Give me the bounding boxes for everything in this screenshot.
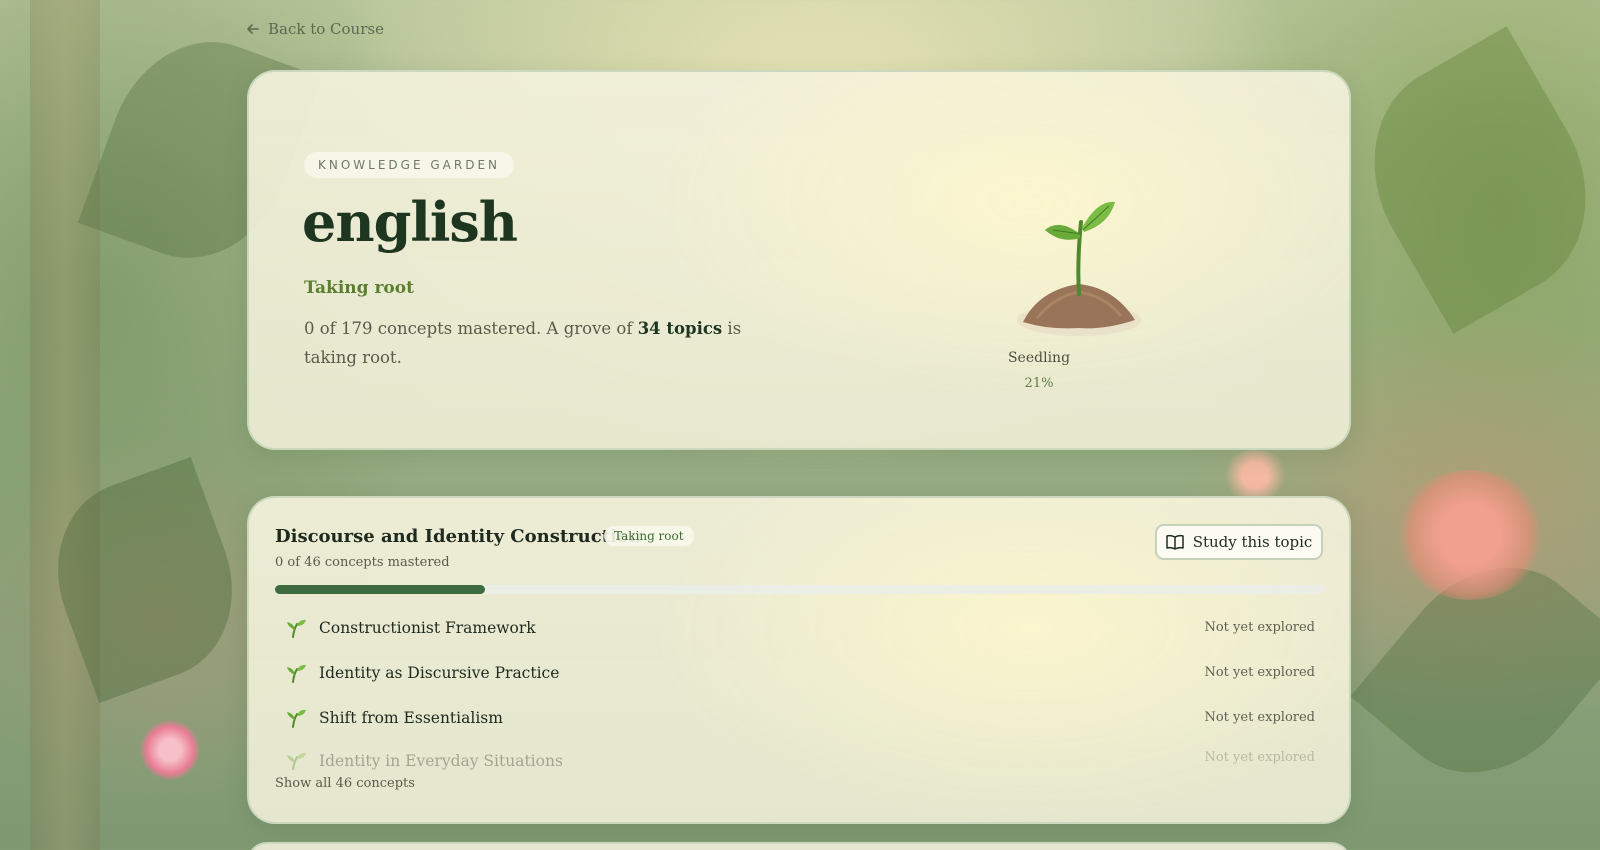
sprout-icon	[287, 709, 306, 728]
hero-card: KNOWLEDGE GARDEN english Taking root 0 o…	[247, 70, 1351, 450]
status-heading: Taking root	[304, 278, 414, 298]
concept-status: Not yet explored	[1204, 710, 1315, 725]
topic-progress-bar	[275, 585, 1325, 594]
book-open-icon	[1165, 534, 1184, 550]
plant-stage-label: Seedling	[1007, 350, 1071, 366]
study-button-label: Study this topic	[1192, 533, 1313, 551]
list-item[interactable]: Identity as Discursive Practice Not yet …	[275, 650, 1325, 695]
eyebrow-tag: KNOWLEDGE GARDEN	[304, 152, 515, 178]
desc-before: 0 of 179 concepts mastered. A grove of	[304, 319, 638, 338]
background-flower	[1220, 450, 1290, 500]
topic-progress-fill	[275, 585, 485, 594]
concept-list: Constructionist Framework Not yet explor…	[275, 605, 1325, 770]
topic-mastery-count: 0 of 46 concepts mastered	[275, 555, 450, 570]
concept-status: Not yet explored	[1204, 665, 1315, 680]
sprout-icon	[287, 664, 306, 683]
status-badge: Taking root	[604, 526, 694, 546]
sprout-icon	[287, 752, 306, 770]
background-flower	[1395, 470, 1545, 600]
list-item[interactable]: Identity in Everyday Situations Not yet …	[275, 740, 1325, 770]
background-leaf	[1333, 26, 1600, 334]
concept-status: Not yet explored	[1204, 620, 1315, 635]
background-flower	[140, 720, 200, 780]
list-item[interactable]: Shift from Essentialism Not yet explored	[275, 695, 1325, 740]
list-item[interactable]: Constructionist Framework Not yet explor…	[275, 605, 1325, 650]
topic-count: 34 topics	[637, 319, 723, 338]
background-tree-trunk	[30, 0, 100, 850]
concept-name: Shift from Essentialism	[319, 708, 503, 727]
arrow-left-icon	[247, 24, 259, 34]
next-topic-card	[247, 842, 1351, 850]
page-title: english	[302, 190, 518, 254]
hero-description: 0 of 179 concepts mastered. A grove of 3…	[304, 314, 764, 372]
back-to-course-link[interactable]: Back to Course	[246, 20, 384, 38]
concept-status: Not yet explored	[1204, 750, 1315, 765]
concept-name: Constructionist Framework	[319, 618, 536, 637]
sprout-icon	[287, 619, 306, 638]
back-link-label: Back to Course	[268, 20, 384, 38]
show-all-concepts-link[interactable]: Show all 46 concepts	[275, 776, 415, 791]
concept-name: Identity as Discursive Practice	[319, 663, 560, 682]
concept-name: Identity in Everyday Situations	[319, 752, 563, 770]
topic-title: Discourse and Identity Construction	[275, 526, 642, 547]
study-topic-button[interactable]: Study this topic	[1155, 524, 1323, 560]
plant-percent: 21%	[1024, 376, 1054, 391]
topic-card: Discourse and Identity Construction Taki…	[247, 496, 1351, 824]
